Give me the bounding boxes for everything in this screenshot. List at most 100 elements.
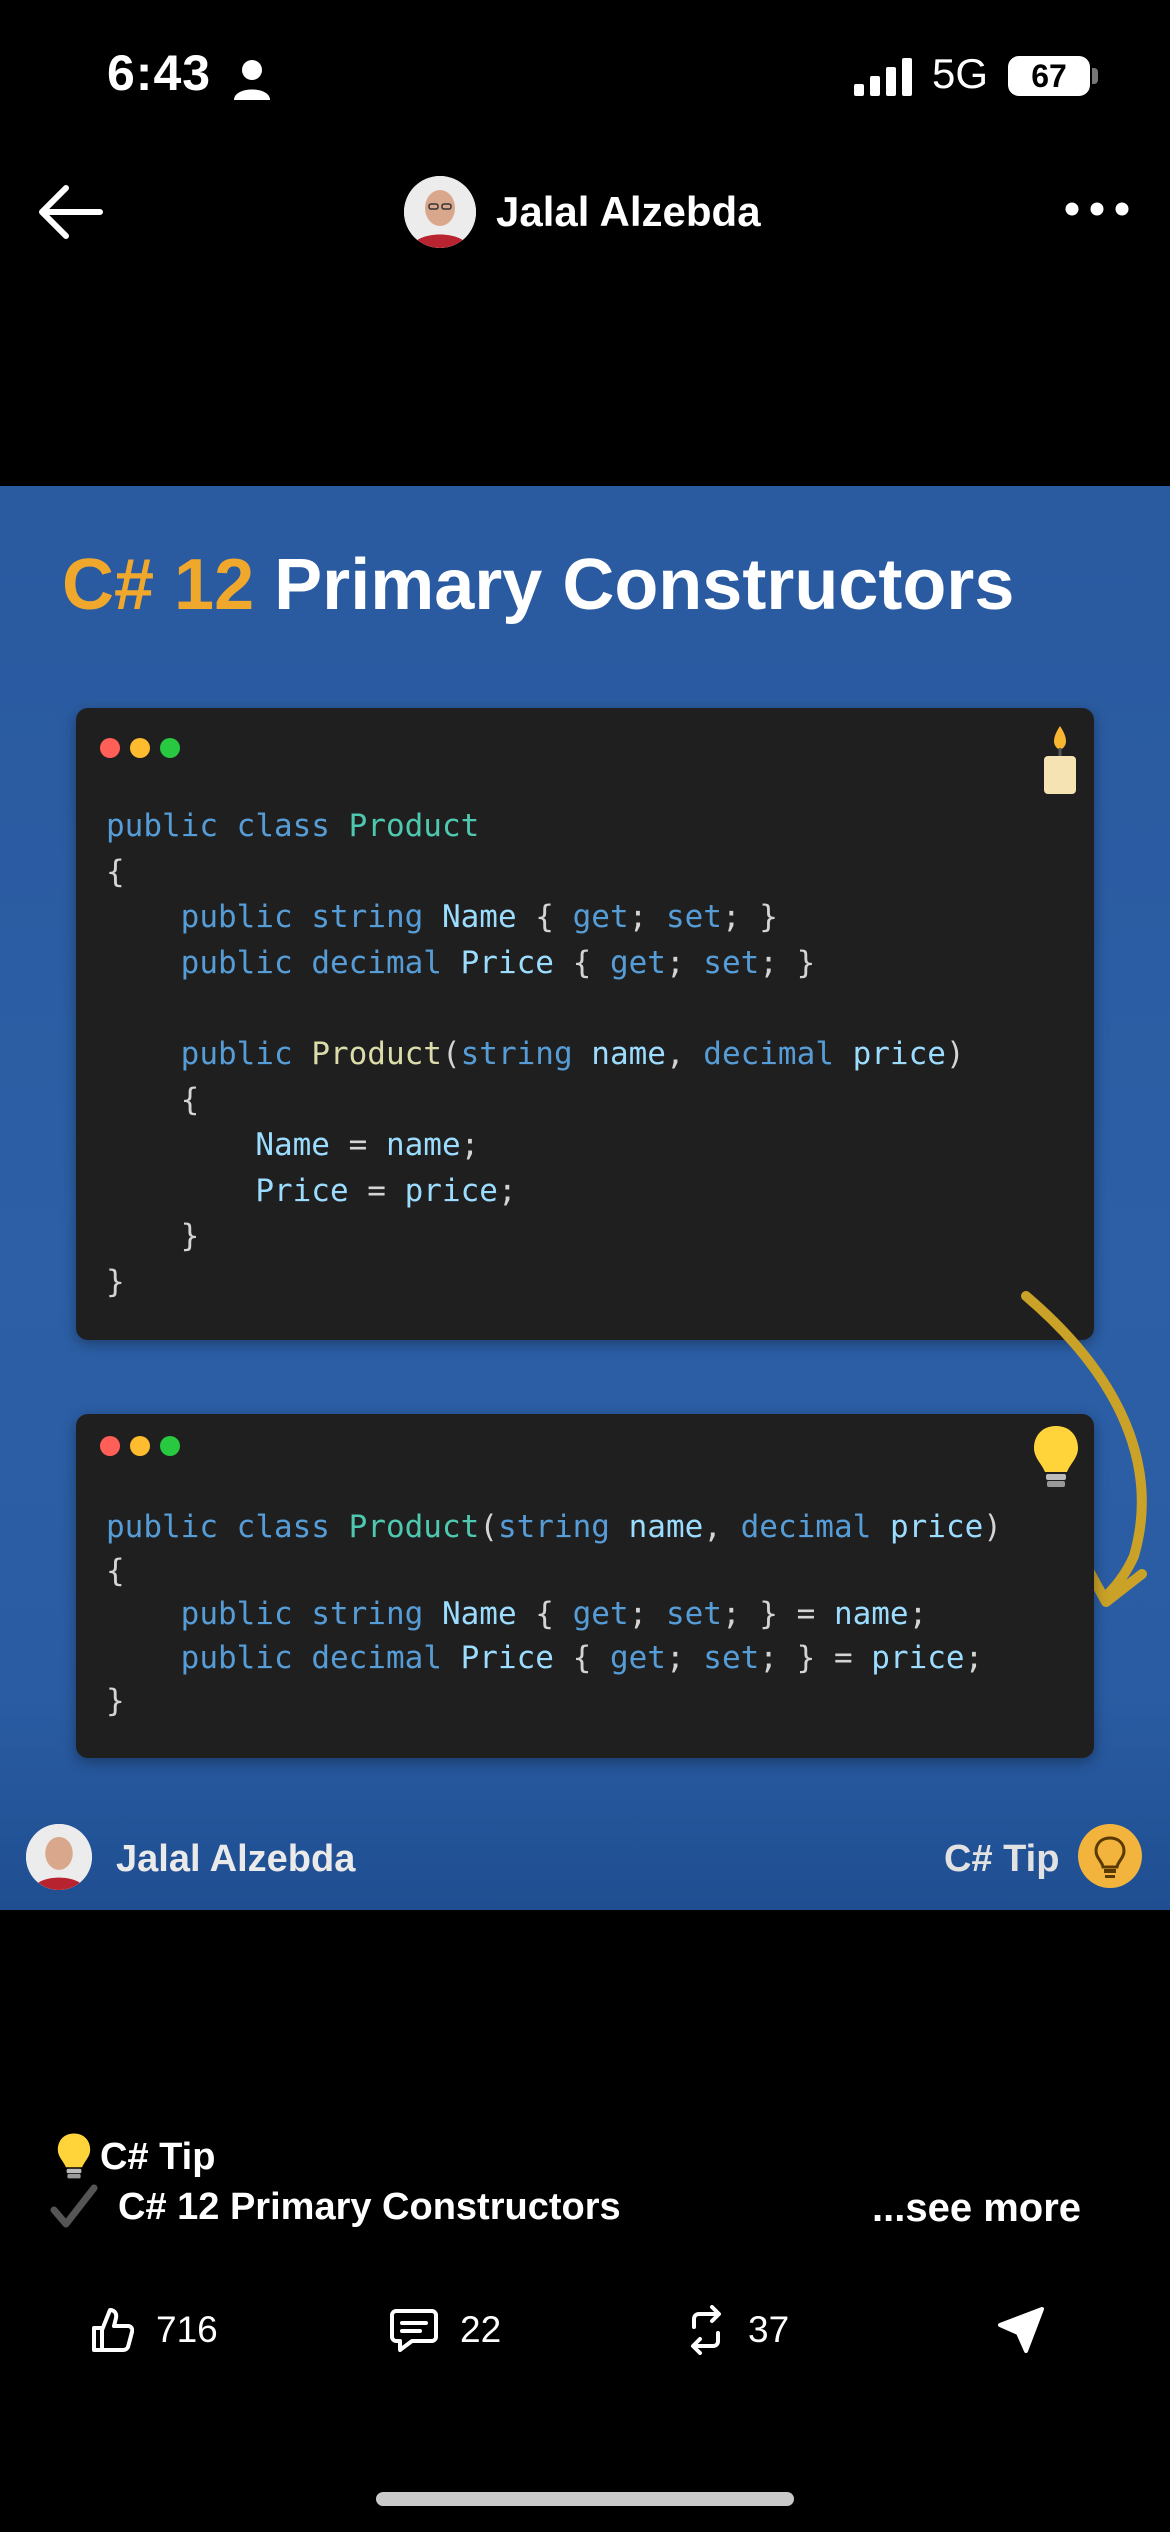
comment-button[interactable]: 22 (390, 2300, 501, 2360)
code-token: decimal (311, 944, 442, 981)
home-indicator[interactable] (376, 2492, 794, 2506)
code-token: } (106, 1218, 200, 1255)
code-token: Price (460, 1639, 554, 1676)
repost-icon (691, 2305, 721, 2355)
back-arrow-icon[interactable] (36, 184, 104, 240)
code-token: Price (460, 944, 554, 981)
code-token: ( (479, 1509, 498, 1545)
code-token: set (665, 1596, 722, 1632)
code-token: , (665, 1035, 704, 1072)
footer-avatar (26, 1824, 92, 1890)
slide-title: C# 12 Primary Constructors (62, 544, 1014, 626)
code-token: class (236, 1509, 330, 1545)
code-token: price (852, 1035, 946, 1072)
code-token: public (180, 1596, 293, 1632)
battery-tip (1092, 68, 1098, 84)
code-token: public (180, 899, 293, 936)
window-close-dot (100, 1436, 120, 1456)
signal-icon (854, 58, 912, 96)
code-token: { (516, 899, 573, 936)
code-token: decimal (703, 1035, 834, 1072)
code-token: ; (908, 1596, 928, 1632)
code-token: { (106, 1552, 125, 1589)
code-token: } (106, 1263, 125, 1300)
code-token: Name (441, 1596, 517, 1632)
caption-line-1: C# Tip (56, 2132, 215, 2182)
person-icon (234, 60, 270, 100)
code-token: { (516, 1596, 573, 1632)
author-avatar[interactable] (404, 176, 476, 248)
comment-icon (390, 2309, 438, 2352)
send-button[interactable] (998, 2300, 1066, 2360)
code-token: ; (497, 1172, 517, 1209)
see-more-link[interactable]: ...see more (872, 2186, 1081, 2231)
author-name[interactable]: Jalal Alzebda (496, 188, 761, 236)
candle-icon (1044, 726, 1076, 794)
code-token: Product (348, 808, 480, 844)
title-highlight: C# 12 (62, 545, 255, 625)
code-token: ; (964, 1639, 984, 1676)
repost-count: 37 (748, 2309, 790, 2350)
code-token: string (311, 1596, 424, 1632)
comment-count: 22 (460, 2309, 502, 2350)
code-token: { (106, 1081, 200, 1118)
code-token: get (609, 944, 666, 981)
avatar-photo (404, 176, 476, 248)
code-token: price (889, 1509, 984, 1545)
footer-author-name: Jalal Alzebda (116, 1838, 356, 1880)
code-token: ; } = (721, 1596, 834, 1632)
footer-lightbulb-icon (1078, 1824, 1142, 1888)
code-token: ; } (721, 899, 778, 936)
code-token: decimal (311, 1639, 442, 1676)
code-token: ; (665, 944, 704, 981)
code-token: public (106, 1509, 218, 1545)
code-token: ; } (759, 944, 816, 981)
code-before: public class Product { public string Nam… (106, 804, 965, 1306)
code-token: Name (255, 1127, 330, 1164)
code-token: Name (441, 899, 517, 936)
code-token: set (703, 1639, 760, 1676)
code-token: Product (311, 1035, 442, 1072)
code-token: ; (628, 1596, 666, 1632)
code-token: , (703, 1509, 741, 1545)
title-rest: Primary Constructors (274, 545, 1015, 625)
more-options-icon[interactable] (1064, 196, 1130, 222)
repost-button[interactable]: 37 (686, 2300, 789, 2360)
code-token: public (180, 1639, 293, 1676)
code-token: get (609, 1639, 666, 1676)
code-token: string (460, 1035, 573, 1072)
like-button[interactable]: 716 (90, 2300, 218, 2360)
caption-text-2: C# 12 Primary Constructors (118, 2185, 621, 2228)
code-token: string (497, 1509, 610, 1545)
window-close-dot (100, 738, 120, 758)
code-token: name (591, 1035, 666, 1072)
code-token: name (385, 1127, 461, 1164)
status-time: 6:43 (107, 45, 212, 101)
post-image[interactable]: C# 12 Primary Constructors public class … (0, 486, 1170, 1910)
code-token: ; (665, 1639, 704, 1676)
thumbs-up-icon (92, 2308, 134, 2352)
code-token: ; } = (759, 1639, 872, 1676)
code-token: { (553, 1639, 610, 1676)
caption-text-1: C# Tip (100, 2135, 216, 2178)
code-token: } (106, 1683, 125, 1719)
code-token: name (833, 1596, 909, 1632)
code-token: ) (983, 1509, 1002, 1545)
